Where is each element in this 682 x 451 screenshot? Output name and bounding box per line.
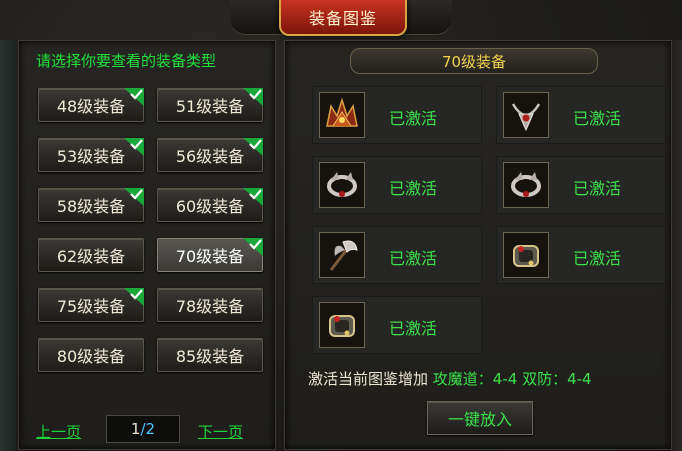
category-label: 70级装备 <box>175 247 245 266</box>
category-button[interactable]: 62级装备 <box>38 238 144 272</box>
bracelet-icon[interactable] <box>319 162 365 208</box>
checkmark-icon <box>243 188 263 206</box>
page-indicator: 1/2 <box>106 415 180 443</box>
category-label: 53级装备 <box>56 147 126 166</box>
necklace-icon[interactable] <box>503 92 549 138</box>
category-button[interactable]: 78级装备 <box>157 288 263 322</box>
window-title: 装备图鉴 <box>279 0 407 36</box>
bonus-prefix: 激活当前图鉴增加 <box>308 370 429 388</box>
bonus-stats: 攻魔道：4-4 双防：4-4 <box>432 370 592 388</box>
equipment-slot[interactable]: 已激活 <box>496 86 666 144</box>
equipment-slot[interactable]: 已激活 <box>496 226 666 284</box>
crown-helmet-icon[interactable] <box>319 92 365 138</box>
activation-status: 已激活 <box>389 109 438 128</box>
activation-status: 已激活 <box>389 249 438 268</box>
next-page-link[interactable]: 下一页 <box>198 421 243 442</box>
category-button[interactable]: 48级装备 <box>38 88 144 122</box>
category-button[interactable]: 80级装备 <box>38 338 144 372</box>
activation-status: 已激活 <box>389 319 438 338</box>
category-label: 48级装备 <box>56 97 126 116</box>
total-pages: 2 <box>145 420 156 438</box>
ring-icon[interactable] <box>319 302 365 348</box>
equipment-slot[interactable]: 已激活 <box>312 226 482 284</box>
category-label: 56级装备 <box>175 147 245 166</box>
category-button[interactable]: 58级装备 <box>38 188 144 222</box>
category-button[interactable]: 60级装备 <box>157 188 263 222</box>
ring-icon[interactable] <box>503 232 549 278</box>
checkmark-icon <box>124 188 144 206</box>
activation-status: 已激活 <box>573 249 622 268</box>
category-label: 62级装备 <box>56 247 126 266</box>
equipment-slot[interactable]: 已激活 <box>312 296 482 354</box>
category-button[interactable]: 51级装备 <box>157 88 263 122</box>
category-label: 80级装备 <box>56 347 126 366</box>
activation-status: 已激活 <box>573 109 622 128</box>
equipment-set-heading: 70级装备 <box>350 48 598 74</box>
activation-status: 已激活 <box>573 179 622 198</box>
category-button[interactable]: 56级装备 <box>157 138 263 172</box>
bracelet-icon[interactable] <box>503 162 549 208</box>
checkmark-icon <box>124 88 144 106</box>
equipment-slot[interactable]: 已激活 <box>312 156 482 214</box>
category-label: 51级装备 <box>175 97 245 116</box>
current-page: 1 <box>130 420 141 438</box>
category-heading: 请选择你要查看的装备类型 <box>36 52 217 70</box>
category-button[interactable]: 70级装备 <box>157 238 263 272</box>
checkmark-icon <box>243 238 263 256</box>
checkmark-icon <box>124 288 144 306</box>
category-label: 85级装备 <box>175 347 245 366</box>
category-label: 58级装备 <box>56 197 126 216</box>
equipment-slot[interactable]: 已激活 <box>312 86 482 144</box>
category-button[interactable]: 53级装备 <box>38 138 144 172</box>
checkmark-icon <box>124 138 144 156</box>
category-label: 75级装备 <box>56 297 126 316</box>
one-key-insert-button[interactable]: 一键放入 <box>427 401 533 435</box>
equipment-slot[interactable]: 已激活 <box>496 156 666 214</box>
category-button[interactable]: 85级装备 <box>157 338 263 372</box>
category-button[interactable]: 75级装备 <box>38 288 144 322</box>
codex-bonus-text: 激活当前图鉴增加 攻魔道：4-4 双防：4-4 <box>308 368 592 389</box>
category-label: 60级装备 <box>175 197 245 216</box>
checkmark-icon <box>243 88 263 106</box>
left-border-decoration <box>0 40 16 451</box>
battle-axe-icon[interactable] <box>319 232 365 278</box>
prev-page-link[interactable]: 上一页 <box>36 421 81 442</box>
checkmark-icon <box>243 138 263 156</box>
activation-status: 已激活 <box>389 179 438 198</box>
category-label: 78级装备 <box>175 297 245 316</box>
